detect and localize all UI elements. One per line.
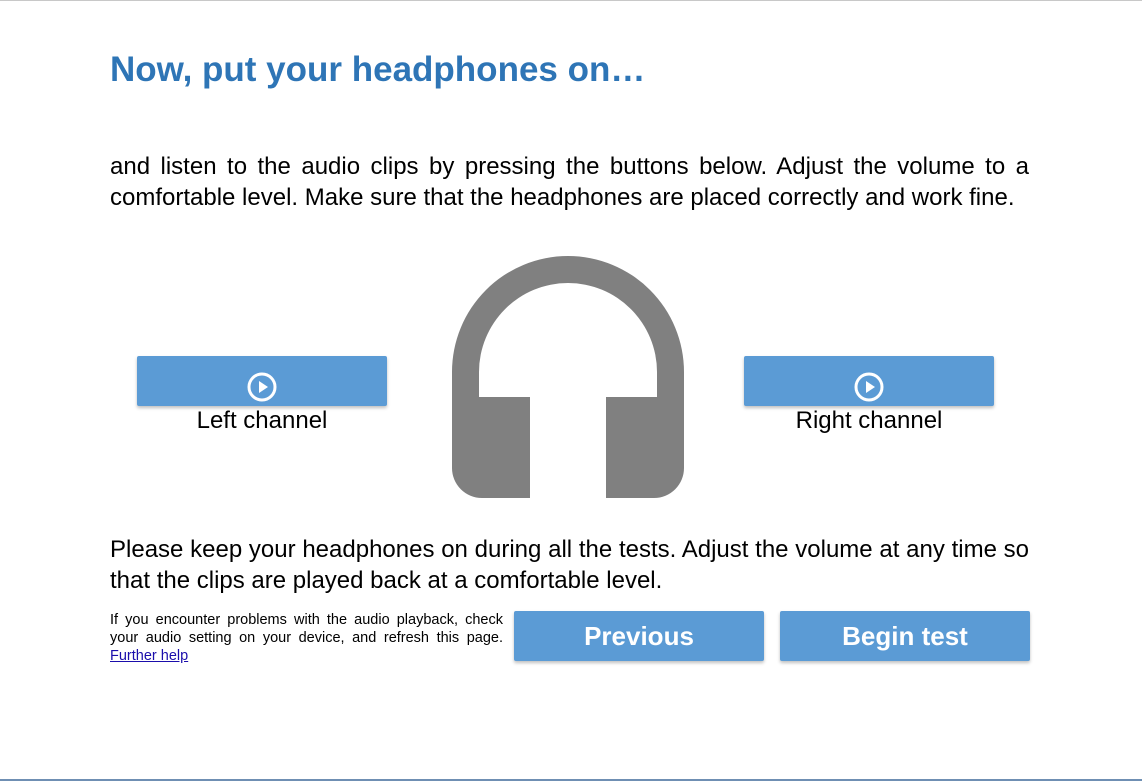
help-note-text: If you encounter problems with the audio… xyxy=(110,612,503,646)
right-channel-play-button[interactable] xyxy=(744,356,994,406)
previous-button[interactable]: Previous xyxy=(514,611,764,661)
begin-test-button[interactable]: Begin test xyxy=(780,611,1030,661)
instructions-paragraph: Please keep your headphones on during al… xyxy=(110,536,1029,594)
top-divider xyxy=(0,0,1142,1)
headphones-icon xyxy=(452,256,684,498)
left-channel-play-button[interactable] xyxy=(137,356,387,406)
intro-paragraph: and listen to the audio clips by pressin… xyxy=(110,153,1029,211)
play-circle-icon xyxy=(247,372,277,401)
help-note: If you encounter problems with the audio… xyxy=(110,611,503,665)
play-circle-icon xyxy=(854,372,884,401)
further-help-link[interactable]: Further help xyxy=(110,648,188,664)
page-title: Now, put your headphones on… xyxy=(110,50,646,89)
left-channel-label: Left channel xyxy=(196,407,328,434)
right-channel-label: Right channel xyxy=(795,407,943,434)
